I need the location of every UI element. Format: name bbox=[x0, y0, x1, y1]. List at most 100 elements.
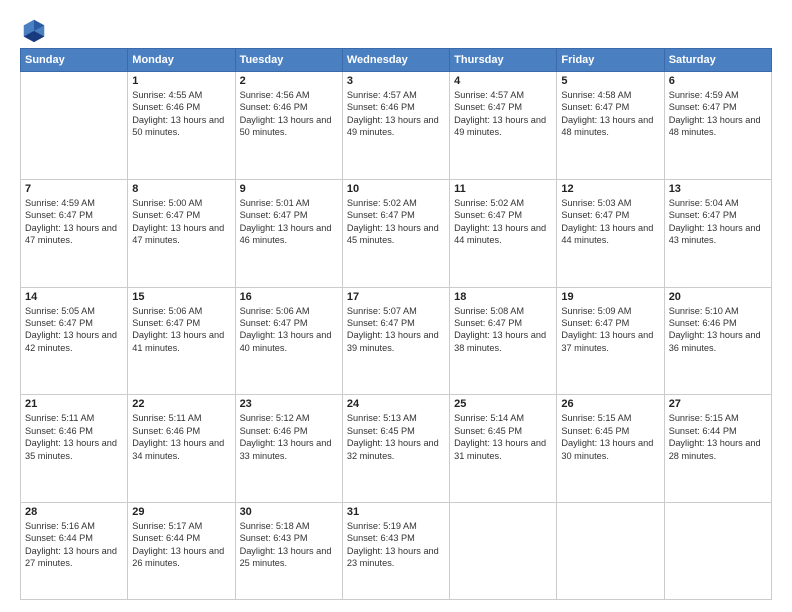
day-number: 25 bbox=[454, 398, 552, 410]
day-info: Sunrise: 4:56 AMSunset: 6:46 PMDaylight:… bbox=[240, 89, 338, 139]
day-cell bbox=[557, 503, 664, 600]
day-info: Sunrise: 5:18 AMSunset: 6:43 PMDaylight:… bbox=[240, 520, 338, 570]
day-info: Sunrise: 5:06 AMSunset: 6:47 PMDaylight:… bbox=[132, 305, 230, 355]
day-cell: 23 Sunrise: 5:12 AMSunset: 6:46 PMDayligh… bbox=[235, 395, 342, 503]
column-header-saturday: Saturday bbox=[664, 49, 771, 72]
day-cell: 2 Sunrise: 4:56 AMSunset: 6:46 PMDaylight… bbox=[235, 72, 342, 180]
day-info: Sunrise: 5:09 AMSunset: 6:47 PMDaylight:… bbox=[561, 305, 659, 355]
day-info: Sunrise: 5:06 AMSunset: 6:47 PMDaylight:… bbox=[240, 305, 338, 355]
day-number: 2 bbox=[240, 75, 338, 87]
day-number: 16 bbox=[240, 291, 338, 303]
day-number: 26 bbox=[561, 398, 659, 410]
day-cell: 21Sunrise: 5:11 AMSunset: 6:46 PMDayligh… bbox=[21, 395, 128, 503]
day-cell: 8 Sunrise: 5:00 AMSunset: 6:47 PMDaylight… bbox=[128, 179, 235, 287]
day-cell: 13Sunrise: 5:04 AMSunset: 6:47 PMDayligh… bbox=[664, 179, 771, 287]
day-cell: 11 Sunrise: 5:02 AMSunset: 6:47 PMDayligh… bbox=[450, 179, 557, 287]
day-info: Sunrise: 4:57 AMSunset: 6:47 PMDaylight:… bbox=[454, 89, 552, 139]
day-cell: 5Sunrise: 4:58 AMSunset: 6:47 PMDaylight… bbox=[557, 72, 664, 180]
day-number: 10 bbox=[347, 183, 445, 195]
day-cell: 16 Sunrise: 5:06 AMSunset: 6:47 PMDayligh… bbox=[235, 287, 342, 395]
day-info: Sunrise: 5:01 AMSunset: 6:47 PMDaylight:… bbox=[240, 197, 338, 247]
day-number: 5 bbox=[561, 75, 659, 87]
day-info: Sunrise: 5:08 AMSunset: 6:47 PMDaylight:… bbox=[454, 305, 552, 355]
calendar-header-row: SundayMondayTuesdayWednesdayThursdayFrid… bbox=[21, 49, 772, 72]
day-info: Sunrise: 5:13 AMSunset: 6:45 PMDaylight:… bbox=[347, 412, 445, 462]
day-cell: 20 Sunrise: 5:10 AMSunset: 6:46 PMDayligh… bbox=[664, 287, 771, 395]
day-info: Sunrise: 5:11 AMSunset: 6:46 PMDaylight:… bbox=[132, 412, 230, 462]
week-row-5: 28 Sunrise: 5:16 AMSunset: 6:44 PMDayligh… bbox=[21, 503, 772, 600]
day-info: Sunrise: 5:16 AMSunset: 6:44 PMDaylight:… bbox=[25, 520, 123, 570]
day-number: 15 bbox=[132, 291, 230, 303]
day-cell: 26 Sunrise: 5:15 AMSunset: 6:45 PMDayligh… bbox=[557, 395, 664, 503]
day-number: 17 bbox=[347, 291, 445, 303]
day-number: 28 bbox=[25, 506, 123, 518]
day-number: 23 bbox=[240, 398, 338, 410]
day-number: 18 bbox=[454, 291, 552, 303]
day-cell: 14 Sunrise: 5:05 AMSunset: 6:47 PMDayligh… bbox=[21, 287, 128, 395]
page: SundayMondayTuesdayWednesdayThursdayFrid… bbox=[0, 0, 792, 612]
day-info: Sunrise: 5:02 AMSunset: 6:47 PMDaylight:… bbox=[454, 197, 552, 247]
column-header-wednesday: Wednesday bbox=[342, 49, 449, 72]
logo-icon bbox=[20, 16, 48, 44]
day-cell: 18 Sunrise: 5:08 AMSunset: 6:47 PMDayligh… bbox=[450, 287, 557, 395]
header bbox=[20, 16, 772, 44]
day-number: 27 bbox=[669, 398, 767, 410]
day-cell: 17 Sunrise: 5:07 AMSunset: 6:47 PMDayligh… bbox=[342, 287, 449, 395]
column-header-monday: Monday bbox=[128, 49, 235, 72]
day-number: 31 bbox=[347, 506, 445, 518]
day-info: Sunrise: 5:05 AMSunset: 6:47 PMDaylight:… bbox=[25, 305, 123, 355]
day-number: 7 bbox=[25, 183, 123, 195]
day-cell: 10 Sunrise: 5:02 AMSunset: 6:47 PMDayligh… bbox=[342, 179, 449, 287]
day-cell: 15 Sunrise: 5:06 AMSunset: 6:47 PMDayligh… bbox=[128, 287, 235, 395]
week-row-2: 7Sunrise: 4:59 AMSunset: 6:47 PMDaylight… bbox=[21, 179, 772, 287]
day-info: Sunrise: 5:15 AMSunset: 6:44 PMDaylight:… bbox=[669, 412, 767, 462]
day-cell: 1 Sunrise: 4:55 AMSunset: 6:46 PMDaylight… bbox=[128, 72, 235, 180]
day-number: 20 bbox=[669, 291, 767, 303]
day-cell: 12 Sunrise: 5:03 AMSunset: 6:47 PMDayligh… bbox=[557, 179, 664, 287]
day-info: Sunrise: 5:19 AMSunset: 6:43 PMDaylight:… bbox=[347, 520, 445, 570]
day-number: 19 bbox=[561, 291, 659, 303]
day-number: 4 bbox=[454, 75, 552, 87]
day-cell bbox=[664, 503, 771, 600]
day-number: 30 bbox=[240, 506, 338, 518]
day-number: 9 bbox=[240, 183, 338, 195]
day-cell bbox=[450, 503, 557, 600]
day-cell bbox=[21, 72, 128, 180]
day-cell: 30 Sunrise: 5:18 AMSunset: 6:43 PMDayligh… bbox=[235, 503, 342, 600]
week-row-1: 1 Sunrise: 4:55 AMSunset: 6:46 PMDaylight… bbox=[21, 72, 772, 180]
day-info: Sunrise: 5:15 AMSunset: 6:45 PMDaylight:… bbox=[561, 412, 659, 462]
day-cell: 31 Sunrise: 5:19 AMSunset: 6:43 PMDayligh… bbox=[342, 503, 449, 600]
day-cell: 22 Sunrise: 5:11 AMSunset: 6:46 PMDayligh… bbox=[128, 395, 235, 503]
day-number: 8 bbox=[132, 183, 230, 195]
day-cell: 9 Sunrise: 5:01 AMSunset: 6:47 PMDaylight… bbox=[235, 179, 342, 287]
day-info: Sunrise: 5:04 AMSunset: 6:47 PMDaylight:… bbox=[669, 197, 767, 247]
day-info: Sunrise: 5:00 AMSunset: 6:47 PMDaylight:… bbox=[132, 197, 230, 247]
day-number: 3 bbox=[347, 75, 445, 87]
day-number: 21 bbox=[25, 398, 123, 410]
column-header-friday: Friday bbox=[557, 49, 664, 72]
day-info: Sunrise: 5:03 AMSunset: 6:47 PMDaylight:… bbox=[561, 197, 659, 247]
logo bbox=[20, 16, 52, 44]
day-info: Sunrise: 4:55 AMSunset: 6:46 PMDaylight:… bbox=[132, 89, 230, 139]
day-info: Sunrise: 5:07 AMSunset: 6:47 PMDaylight:… bbox=[347, 305, 445, 355]
day-cell: 19 Sunrise: 5:09 AMSunset: 6:47 PMDayligh… bbox=[557, 287, 664, 395]
day-number: 12 bbox=[561, 183, 659, 195]
day-cell: 24 Sunrise: 5:13 AMSunset: 6:45 PMDayligh… bbox=[342, 395, 449, 503]
day-cell: 28 Sunrise: 5:16 AMSunset: 6:44 PMDayligh… bbox=[21, 503, 128, 600]
day-cell: 4 Sunrise: 4:57 AMSunset: 6:47 PMDaylight… bbox=[450, 72, 557, 180]
day-number: 1 bbox=[132, 75, 230, 87]
day-number: 14 bbox=[25, 291, 123, 303]
day-info: Sunrise: 4:59 AMSunset: 6:47 PMDaylight:… bbox=[669, 89, 767, 139]
calendar-table: SundayMondayTuesdayWednesdayThursdayFrid… bbox=[20, 48, 772, 600]
day-cell: 25 Sunrise: 5:14 AMSunset: 6:45 PMDayligh… bbox=[450, 395, 557, 503]
day-number: 24 bbox=[347, 398, 445, 410]
day-number: 29 bbox=[132, 506, 230, 518]
day-number: 22 bbox=[132, 398, 230, 410]
day-number: 11 bbox=[454, 183, 552, 195]
day-info: Sunrise: 5:02 AMSunset: 6:47 PMDaylight:… bbox=[347, 197, 445, 247]
day-info: Sunrise: 5:14 AMSunset: 6:45 PMDaylight:… bbox=[454, 412, 552, 462]
column-header-tuesday: Tuesday bbox=[235, 49, 342, 72]
day-info: Sunrise: 5:12 AMSunset: 6:46 PMDaylight:… bbox=[240, 412, 338, 462]
day-info: Sunrise: 5:10 AMSunset: 6:46 PMDaylight:… bbox=[669, 305, 767, 355]
week-row-3: 14 Sunrise: 5:05 AMSunset: 6:47 PMDayligh… bbox=[21, 287, 772, 395]
